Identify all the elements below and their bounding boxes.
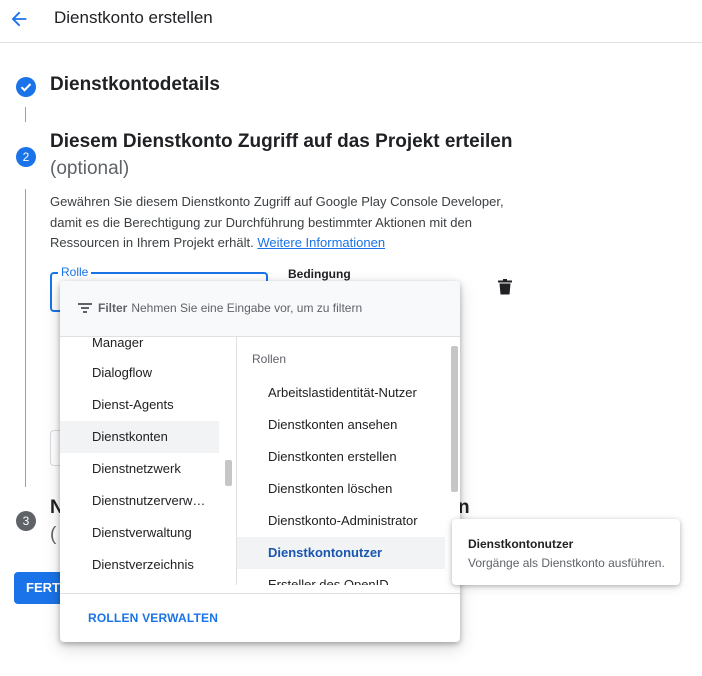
role-label: Rolle bbox=[58, 265, 92, 279]
condition-label: Bedingung bbox=[288, 267, 351, 281]
filter-bar[interactable]: Filter Nehmen Sie eine Eingabe vor, um zu… bbox=[60, 281, 460, 337]
category-list: Manager Dialogflow Dienst-Agents Dienstk… bbox=[60, 337, 236, 585]
step3-number: 3 bbox=[16, 511, 36, 531]
filter-placeholder: Nehmen Sie eine Eingabe vor, um zu filte… bbox=[131, 301, 363, 315]
learn-more-link[interactable]: Weitere Informationen bbox=[257, 235, 385, 250]
role-item-selected[interactable]: Dienstkontonutzer bbox=[237, 537, 445, 569]
step3-optional: ( bbox=[50, 524, 57, 545]
stepper-connector bbox=[25, 107, 26, 122]
category-item-selected[interactable]: Dienstkonten bbox=[60, 421, 219, 453]
page-title: Dienstkonto erstellen bbox=[54, 8, 213, 27]
filter-input[interactable]: Filter Nehmen Sie eine Eingabe vor, um zu… bbox=[98, 301, 362, 315]
category-item[interactable]: Dialogflow bbox=[60, 357, 219, 389]
tooltip-title: Dienstkontonutzer bbox=[468, 537, 574, 551]
role-tooltip: Dienstkontonutzer Vorgänge als Dienstkon… bbox=[452, 519, 680, 585]
step2-optional: (optional) bbox=[50, 158, 130, 179]
category-item[interactable]: Manager bbox=[60, 337, 219, 359]
step2-description: Gewähren Sie diesem Dienstkonto Zugriff … bbox=[50, 192, 520, 254]
role-item[interactable]: Arbeitslastidentität-Nutzer bbox=[237, 377, 445, 409]
role-item[interactable]: Dienstkonten erstellen bbox=[237, 441, 445, 473]
filter-label: Filter bbox=[98, 301, 128, 315]
role-list: Rollen Arbeitslastidentität-Nutzer Diens… bbox=[236, 337, 461, 585]
role-dropdown-panel: Filter Nehmen Sie eine Eingabe vor, um zu… bbox=[60, 281, 460, 642]
role-item[interactable]: Dienstkonto-Administrator bbox=[237, 505, 445, 537]
category-item[interactable]: Dienstnetzwerk bbox=[60, 453, 219, 485]
role-item[interactable]: Ersteller des OpenID bbox=[237, 569, 445, 585]
role-item[interactable]: Dienstkonten löschen bbox=[237, 473, 445, 505]
category-item[interactable]: Dienst-Agents bbox=[60, 389, 219, 421]
category-item[interactable]: Dienstverwaltung bbox=[60, 517, 219, 549]
stepper-connector bbox=[25, 189, 26, 487]
tooltip-description: Vorgänge als Dienstkonto ausführen. bbox=[468, 556, 665, 570]
delete-icon[interactable] bbox=[498, 279, 512, 295]
check-circle-icon bbox=[16, 77, 36, 97]
role-scrollbar[interactable] bbox=[451, 346, 458, 492]
step2-number: 2 bbox=[16, 147, 36, 167]
category-scrollbar[interactable] bbox=[225, 460, 232, 486]
manage-roles-button[interactable]: ROLLEN VERWALTEN bbox=[88, 611, 218, 625]
step1-title[interactable]: Dienstkontodetails bbox=[50, 74, 220, 96]
role-item[interactable]: Dienstkonten ansehen bbox=[237, 409, 445, 441]
roles-header: Rollen bbox=[252, 352, 287, 366]
category-item[interactable]: Dienstnutzerverw… bbox=[60, 485, 219, 517]
step2-title[interactable]: Diesem Dienstkonto Zugriff auf das Proje… bbox=[50, 131, 570, 153]
arrow-back-icon[interactable] bbox=[8, 8, 30, 30]
filter-icon bbox=[78, 303, 92, 313]
category-item[interactable]: Dienstverzeichnis bbox=[60, 549, 219, 581]
